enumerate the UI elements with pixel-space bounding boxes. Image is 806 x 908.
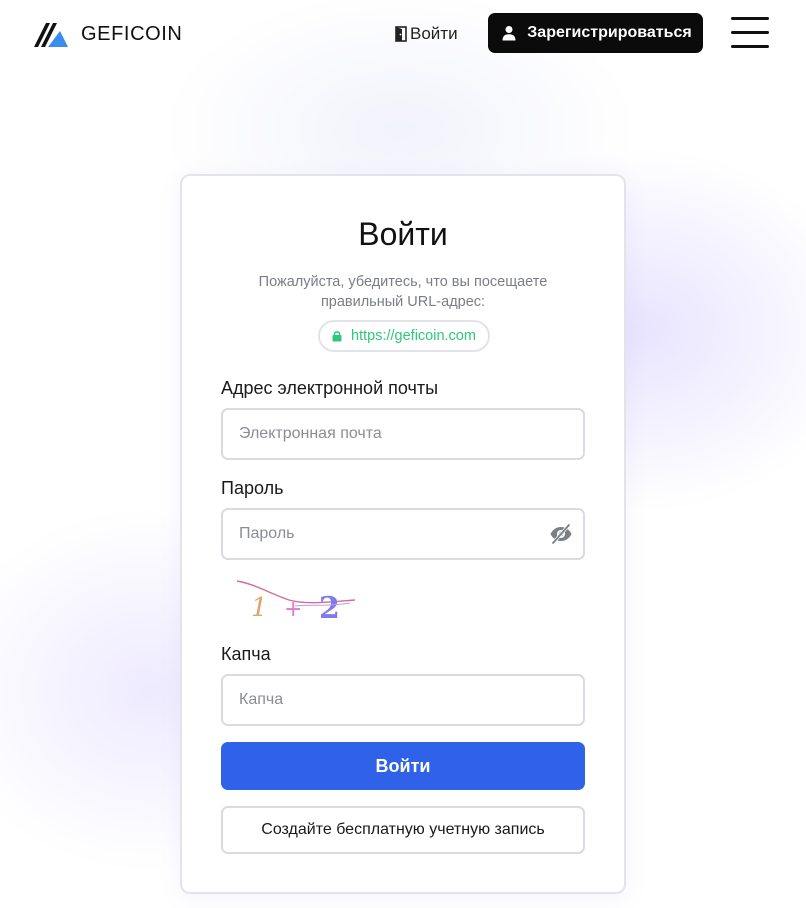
captcha-label: Капча xyxy=(221,644,271,664)
secure-url-text: https://geficoin.com xyxy=(351,328,476,344)
menu-bar-top xyxy=(731,17,769,20)
login-title: Войти xyxy=(358,216,448,252)
captcha-field[interactable] xyxy=(221,674,585,726)
register-label: Зарегистрироваться xyxy=(527,24,692,41)
captcha-image[interactable]: 1 + 2 xyxy=(235,576,357,626)
email-label: Адрес электронной почты xyxy=(221,378,439,398)
eye-off-icon[interactable] xyxy=(549,522,573,546)
menu-bar-bottom xyxy=(731,45,769,48)
login-submit-button[interactable]: Войти xyxy=(221,742,585,790)
brand-name: GEFICOIN xyxy=(81,22,183,45)
door-icon xyxy=(395,26,407,42)
svg-text:1: 1 xyxy=(251,593,268,623)
create-account-button[interactable]: Создайте бесплатную учетную запись xyxy=(221,806,585,854)
login-card: Войти Пожалуйста, убедитесь, что вы посе… xyxy=(180,174,626,894)
menu-bar-middle xyxy=(731,31,769,34)
email-field[interactable] xyxy=(221,408,585,460)
url-notice: Пожалуйста, убедитесь, что вы посещаете … xyxy=(258,274,548,310)
user-icon xyxy=(502,26,516,41)
svg-text:+: + xyxy=(284,597,302,622)
page: GEFICOIN Войти Зарегистрироваться Войти xyxy=(0,0,806,908)
secure-url-badge: https://geficoin.com xyxy=(318,320,490,352)
hamburger-menu-icon[interactable] xyxy=(731,16,771,50)
lock-icon xyxy=(332,331,342,342)
header-login-link[interactable]: Войти xyxy=(394,22,458,46)
register-button[interactable]: Зарегистрироваться xyxy=(488,13,703,53)
site-header: GEFICOIN Войти Зарегистрироваться xyxy=(0,0,806,68)
svg-text:2: 2 xyxy=(319,591,340,626)
header-login-label: Войти xyxy=(410,24,458,43)
brand-logo[interactable]: GEFICOIN xyxy=(34,20,182,48)
password-field[interactable] xyxy=(221,508,585,560)
password-label: Пароль xyxy=(221,478,284,498)
geficoin-logo-icon xyxy=(34,23,68,47)
